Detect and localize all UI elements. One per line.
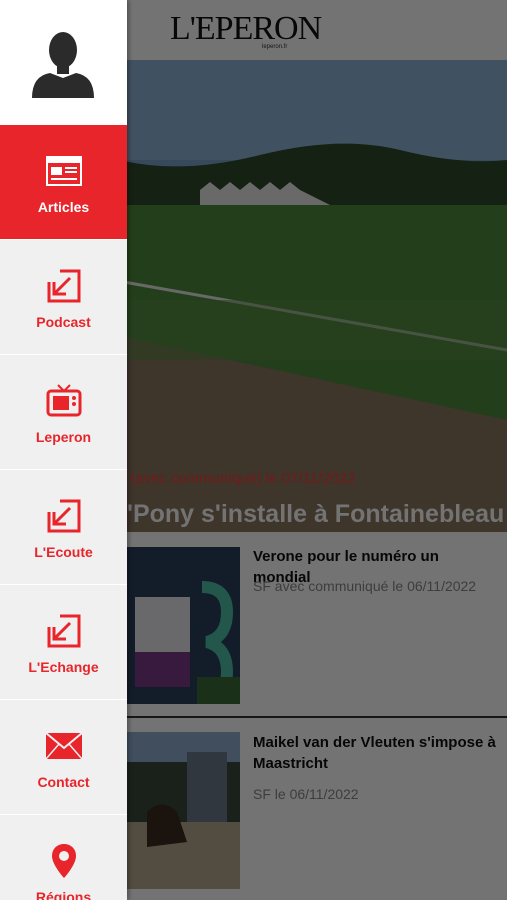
menu-item-label: L'Ecoute bbox=[34, 544, 93, 560]
article-title[interactable]: Maikel van der Vleuten s'impose à Maastr… bbox=[253, 732, 498, 774]
menu-item-regions[interactable]: Régions bbox=[0, 815, 127, 900]
download-arrow-icon bbox=[46, 613, 82, 649]
article-meta: SF le 06/11/2022 bbox=[253, 786, 359, 802]
logo[interactable]: L'EPERON bbox=[170, 10, 322, 48]
tv-icon bbox=[46, 383, 82, 419]
menu-item-articles[interactable]: Articles bbox=[0, 125, 127, 240]
menu-item-label: L'Echange bbox=[28, 659, 99, 675]
hero-title[interactable]: 'Pony s'installe à Fontainebleau bbox=[127, 500, 504, 529]
menu-item-label: Podcast bbox=[36, 314, 91, 330]
menu-item-podcast[interactable]: Podcast bbox=[0, 240, 127, 355]
user-silhouette-icon bbox=[32, 32, 94, 98]
menu-item-lecoute[interactable]: L'Ecoute bbox=[0, 470, 127, 585]
menu-item-label: Régions bbox=[35, 889, 92, 900]
avatar[interactable] bbox=[0, 0, 127, 125]
download-arrow-icon bbox=[46, 498, 82, 534]
newspaper-icon bbox=[45, 153, 82, 189]
menu-item-label: Articles bbox=[37, 199, 90, 215]
menu-item-contact[interactable]: Contact bbox=[0, 700, 127, 815]
menu-item-label: Contact bbox=[37, 774, 90, 790]
menu-item-label: Leperon bbox=[35, 429, 92, 445]
drawer-menu: Articles Podcast Leperon L'Ecoute L'Echa… bbox=[0, 125, 127, 900]
menu-item-leperon[interactable]: Leperon bbox=[0, 355, 127, 470]
envelope-icon bbox=[44, 728, 83, 764]
location-pin-icon bbox=[51, 843, 77, 879]
article-meta: SF avec communiqué le 06/11/2022 bbox=[253, 578, 477, 594]
side-drawer: Articles Podcast Leperon L'Ecoute L'Echa… bbox=[0, 0, 127, 900]
download-arrow-icon bbox=[46, 268, 82, 304]
menu-item-lechange[interactable]: L'Echange bbox=[0, 585, 127, 700]
hero-caption: (avec communiqué) le 07/11/2022 bbox=[130, 470, 356, 487]
article-thumbnail bbox=[127, 547, 240, 704]
logo-subtitle: leperon.fr bbox=[262, 44, 288, 50]
article-thumbnail bbox=[127, 732, 240, 889]
